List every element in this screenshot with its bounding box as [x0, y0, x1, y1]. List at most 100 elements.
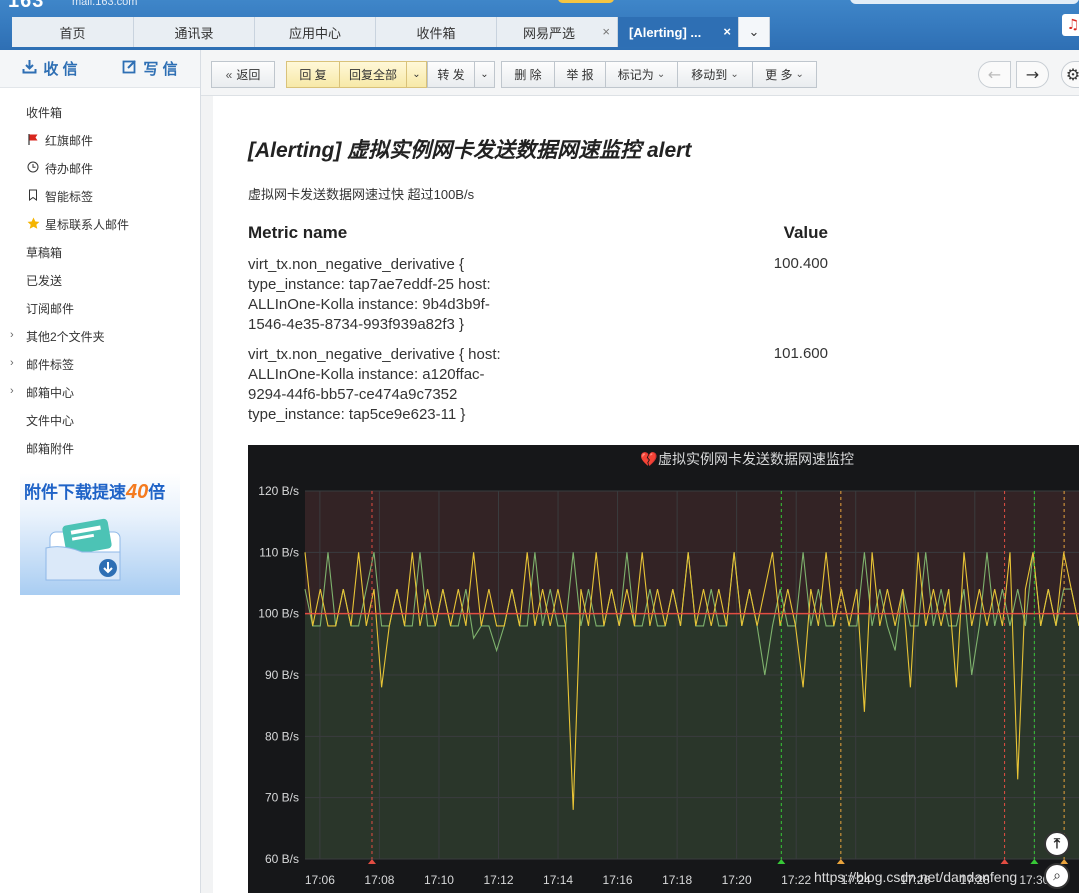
- write-button[interactable]: 写 信: [100, 50, 200, 87]
- folder-label: 邮箱附件: [26, 441, 75, 456]
- folder-label: 其他2个文件夹: [26, 329, 105, 344]
- mark-as-button[interactable]: 标记为 ⌄: [605, 61, 678, 88]
- promo-suffix: 倍: [148, 483, 166, 502]
- close-icon[interactable]: ×: [602, 24, 610, 39]
- report-button[interactable]: 举 报: [554, 61, 606, 88]
- chevron-down-icon: ⌄: [748, 24, 760, 39]
- chevron-right-icon[interactable]: ›: [10, 385, 14, 397]
- scroll-top-button[interactable]: ⤒: [1044, 831, 1070, 857]
- folder-label: 订阅邮件: [26, 301, 75, 316]
- folder-item[interactable]: 订阅邮件: [0, 294, 200, 322]
- reply-all-button[interactable]: 回复全部: [339, 61, 407, 88]
- tab-5[interactable]: [Alerting] ... ×: [618, 17, 739, 47]
- folder-label: 邮件标签: [26, 357, 75, 372]
- metric-row: virt_tx.non_negative_derivative { host: A…: [248, 345, 538, 425]
- y-tick-label: 90 B/s: [265, 668, 299, 682]
- sidebar: 收 信 写 信 收件箱红旗邮件待办邮件智能标签星标联系人邮件草稿箱已发送订阅邮件…: [0, 50, 201, 893]
- folder-item[interactable]: 收件箱: [0, 98, 200, 126]
- logo[interactable]: 163: [8, 0, 44, 13]
- metric-value: 101.600: [773, 345, 828, 362]
- chevron-down-icon: ⌄: [656, 69, 666, 80]
- folder-item[interactable]: › 其他2个文件夹: [0, 322, 200, 350]
- settings-button[interactable]: ⚙: [1061, 61, 1079, 88]
- compose-icon: [122, 59, 137, 79]
- top-search-field[interactable]: [850, 0, 1079, 4]
- metric-line: type_instance: tap5ce9e623-11 }: [248, 406, 466, 423]
- x-tick-label: 17:18: [662, 873, 692, 887]
- tab-label: 收件箱: [416, 25, 456, 41]
- metric-line: 1546-4e35-8734-993f939a82f3 }: [248, 316, 465, 333]
- tab-1[interactable]: 通讯录: [134, 17, 255, 47]
- chart-title: 虚拟实例网卡发送数据网速监控: [658, 452, 854, 468]
- chevron-down-icon: ⌄: [480, 69, 489, 80]
- folder-item[interactable]: 已发送: [0, 266, 200, 294]
- top-promo-pill[interactable]: [558, 0, 614, 3]
- y-tick-label: 80 B/s: [265, 729, 299, 743]
- tab-more-button[interactable]: ⌄: [739, 17, 770, 47]
- folder-item[interactable]: 智能标签: [0, 182, 200, 210]
- chevron-right-icon[interactable]: ›: [10, 357, 14, 369]
- folder-illustration-icon: [45, 518, 121, 581]
- close-icon[interactable]: ×: [723, 24, 731, 39]
- tab-4[interactable]: 网易严选 ×: [497, 17, 618, 47]
- gear-icon: ⚙: [1065, 65, 1079, 84]
- receive-label: 收 信: [43, 61, 78, 78]
- reply-dropdown-button[interactable]: ⌄: [406, 61, 427, 88]
- forward-button[interactable]: 转 发: [427, 61, 475, 88]
- promo-number: 40: [126, 481, 149, 503]
- reply-button[interactable]: 回 复: [286, 61, 340, 88]
- y-tick-label: 120 B/s: [258, 484, 299, 498]
- chevron-right-icon[interactable]: ›: [10, 329, 14, 341]
- y-tick-label: 60 B/s: [265, 852, 299, 866]
- prev-mail-button[interactable]: ←: [978, 61, 1011, 88]
- alert-chart[interactable]: 💔 虚拟实例网卡发送数据网速监控 60 B/s 70 B/s 80 B/s 90 B/s 1…: [248, 445, 1079, 893]
- chevron-down-icon: ⌄: [412, 69, 421, 80]
- move-to-button[interactable]: 移动到 ⌄: [677, 61, 753, 88]
- promo-title: 附件下载提速40倍: [24, 478, 165, 504]
- double-chevron-left-icon: «: [225, 67, 233, 82]
- folder-item[interactable]: 文件中心: [0, 406, 200, 434]
- tab-3[interactable]: 收件箱: [376, 17, 497, 47]
- folder-item[interactable]: 待办邮件: [0, 154, 200, 182]
- zoom-icon: ⌕: [1053, 868, 1061, 884]
- tab-0[interactable]: 首页: [12, 17, 134, 47]
- folder-item[interactable]: › 邮箱中心: [0, 378, 200, 406]
- metric-value: 100.400: [773, 255, 828, 272]
- tab-2[interactable]: 应用中心: [255, 17, 376, 47]
- delete-button[interactable]: 删 除: [501, 61, 555, 88]
- folder-item[interactable]: 草稿箱: [0, 238, 200, 266]
- folder-label: 已发送: [26, 273, 63, 288]
- x-tick-label: 17:16: [603, 873, 633, 887]
- zoom-button[interactable]: ⌕: [1044, 863, 1070, 889]
- folder-item[interactable]: › 邮件标签: [0, 350, 200, 378]
- next-mail-button[interactable]: →: [1016, 61, 1049, 88]
- receive-button[interactable]: 收 信: [0, 50, 100, 87]
- metric-line: ALLInOne-Kolla instance: 9b4d3b9f-: [248, 296, 490, 313]
- mail-subject: [Alerting] 虚拟实例网卡发送数据网速监控 alert: [248, 139, 692, 162]
- folder-label: 星标联系人邮件: [45, 217, 130, 232]
- back-button[interactable]: «返回: [211, 61, 275, 88]
- x-tick-label: 17:12: [483, 873, 513, 887]
- folder-item[interactable]: 红旗邮件: [0, 126, 200, 154]
- folder-item[interactable]: 星标联系人邮件: [0, 210, 200, 238]
- compose-row: 收 信 写 信: [0, 50, 200, 88]
- promo-text: 附件下载提速: [24, 483, 126, 502]
- chevron-down-icon: ⌄: [795, 69, 804, 80]
- folder-item[interactable]: 邮箱附件: [0, 434, 200, 462]
- top-header: 163 mail.163.com 首页 通讯录 应用中心 收件箱 网易严选 × [Alert…: [0, 0, 1079, 50]
- y-tick-label: 70 B/s: [265, 791, 299, 805]
- folder-label: 智能标签: [45, 189, 94, 204]
- chevron-down-icon: ⌄: [730, 69, 739, 80]
- folder-list: 收件箱红旗邮件待办邮件智能标签星标联系人邮件草稿箱已发送订阅邮件 › 其他2个文件夹…: [0, 88, 200, 462]
- metric-line: type_instance: tap7ae7eddf-25 host:: [248, 276, 491, 293]
- promo-banner[interactable]: 附件下载提速40倍: [20, 473, 180, 595]
- flag-icon: [26, 133, 40, 147]
- metric-row: virt_tx.non_negative_derivative {type_in…: [248, 255, 538, 335]
- more-button[interactable]: 更 多 ⌄: [752, 61, 817, 88]
- music-icon[interactable]: ♫: [1062, 14, 1079, 36]
- folder-label: 红旗邮件: [45, 133, 94, 148]
- metric-line: 9294-44f6-bb57-ce474a9c7352: [248, 386, 458, 403]
- value-header: Value: [783, 223, 828, 242]
- write-label: 写 信: [143, 61, 178, 78]
- forward-dropdown-button[interactable]: ⌄: [474, 61, 495, 88]
